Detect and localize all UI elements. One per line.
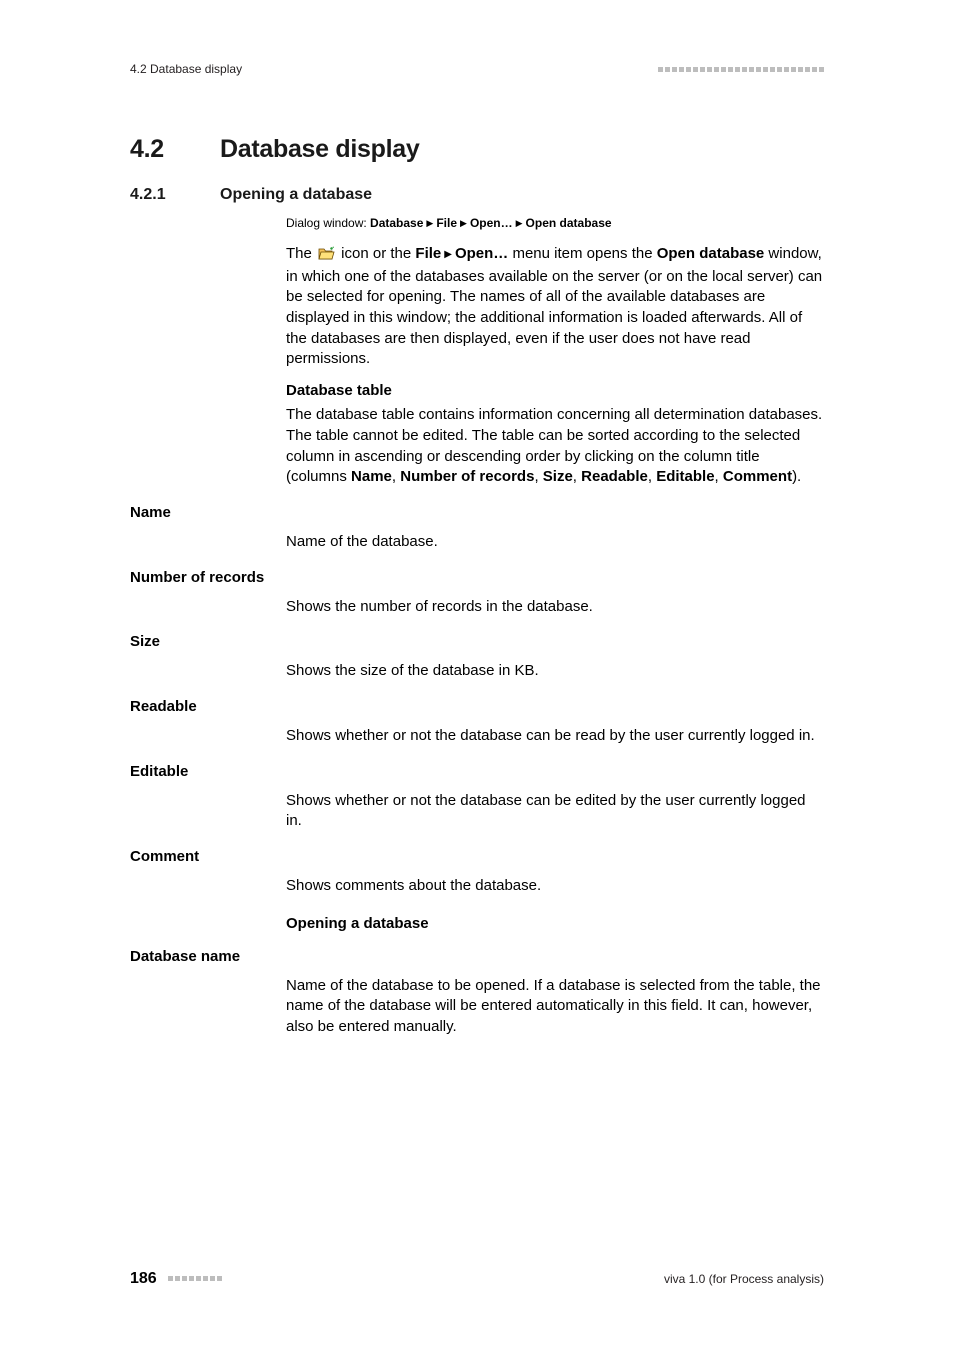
footer-right: viva 1.0 (for Process analysis) [664, 1272, 824, 1286]
field-desc-comment: Shows comments about the database. [286, 876, 824, 897]
field-desc-name: Name of the database. [286, 532, 824, 553]
footer-left: 186 [130, 1270, 222, 1288]
triangle-right-icon: ▶ [516, 218, 523, 229]
section-number: 4.2 [130, 135, 220, 164]
field-label-comment: Comment [130, 848, 199, 865]
field-desc-editable: Shows whether or not the database can be… [286, 791, 824, 832]
database-table-paragraph: The database table contains information … [286, 405, 824, 488]
open-folder-icon [318, 246, 335, 267]
database-table-heading: Database table [286, 382, 824, 399]
dialog-path-part: File [436, 216, 457, 230]
dialog-path: Dialog window: Database▶File▶Open…▶Open … [286, 216, 824, 230]
section-heading-4-2: 4.2 Database display [130, 135, 824, 164]
text-run-bold: Open database [657, 245, 765, 262]
text-run-bold: Size [543, 468, 573, 485]
field-label-name: Name [130, 504, 171, 521]
text-run-bold: Open… [455, 245, 508, 262]
text-run-bold: Comment [723, 468, 792, 485]
subsection-heading-4-2-1: 4.2.1 Opening a database [130, 186, 824, 204]
text-run: The [286, 245, 316, 262]
triangle-right-icon: ▶ [426, 218, 433, 229]
text-run: menu item opens the [508, 245, 656, 262]
opening-a-database-heading: Opening a database [286, 915, 824, 932]
text-run: ). [792, 468, 801, 485]
field-desc-number-of-records: Shows the number of records in the datab… [286, 597, 824, 618]
text-run-bold: Readable [581, 468, 648, 485]
subsection-title: Opening a database [220, 186, 372, 204]
field-label-database-name: Database name [130, 948, 240, 965]
dialog-path-part: Open… [470, 216, 513, 230]
text-run-bold: Name [351, 468, 392, 485]
triangle-right-icon: ▶ [460, 218, 467, 229]
page-number: 186 [130, 1270, 157, 1287]
running-header-left: 4.2 Database display [130, 62, 242, 76]
section-title: Database display [220, 135, 419, 164]
dialog-path-part: Database [370, 216, 423, 230]
header-dots-icon [658, 67, 824, 72]
field-label-number-of-records: Number of records [130, 569, 264, 586]
dialog-path-part: Open database [526, 216, 612, 230]
subsection-number: 4.2.1 [130, 186, 220, 204]
field-desc-readable: Shows whether or not the database can be… [286, 726, 824, 747]
text-run: window, in which one of the databases av… [286, 245, 822, 367]
field-desc-database-name: Name of the database to be opened. If a … [286, 976, 824, 1038]
text-run-bold: Editable [656, 468, 714, 485]
text-run-bold: File [415, 245, 441, 262]
dialog-path-label: Dialog window: [286, 216, 370, 230]
footer-dots-icon [168, 1276, 222, 1281]
field-label-readable: Readable [130, 698, 197, 715]
field-label-size: Size [130, 633, 160, 650]
text-run-bold: Number of records [400, 468, 534, 485]
triangle-right-icon: ▶ [444, 248, 452, 262]
intro-paragraph: The icon or the File▶Open… menu item ope… [286, 244, 824, 370]
field-label-editable: Editable [130, 763, 188, 780]
field-desc-size: Shows the size of the database in KB. [286, 661, 824, 682]
text-run: icon or the [337, 245, 415, 262]
